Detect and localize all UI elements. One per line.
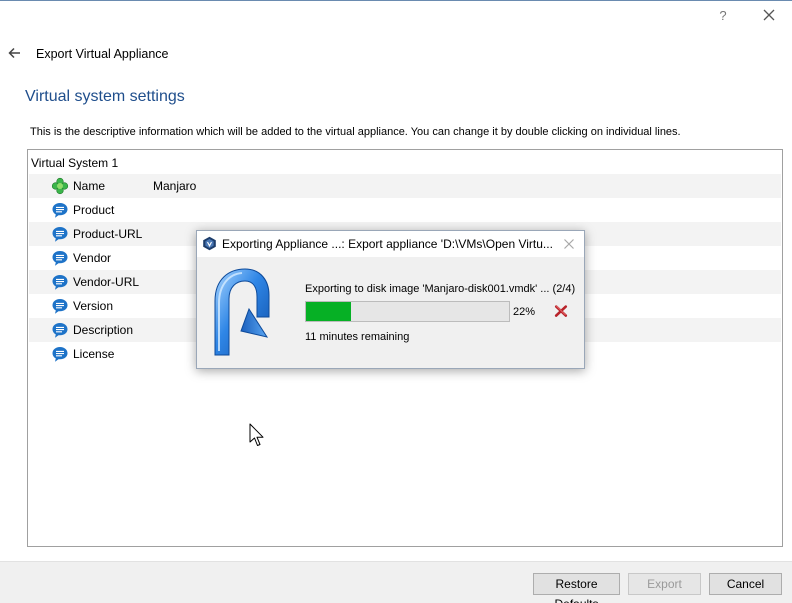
export-arrow-icon xyxy=(214,268,270,356)
tree-row-product[interactable]: Product xyxy=(29,198,781,222)
tree-row-label: Vendor xyxy=(73,251,112,265)
text-bubble-icon xyxy=(52,203,68,218)
restore-defaults-button[interactable]: Restore Defaults xyxy=(533,573,620,603)
vm-name-icon xyxy=(51,177,69,195)
text-bubble-icon xyxy=(52,347,68,362)
tree-row-label: Vendor-URL xyxy=(73,275,140,289)
export-button[interactable]: Export xyxy=(628,573,701,595)
tree-row-label: Product-URL xyxy=(73,227,143,241)
description-text: This is the descriptive information whic… xyxy=(30,126,681,138)
text-bubble-icon xyxy=(52,299,68,314)
tree-row-label: License xyxy=(73,347,115,361)
section-title: Virtual system settings xyxy=(25,88,185,105)
progress-operation-text: Exporting to disk image 'Manjaro-disk001… xyxy=(305,283,576,295)
tree-row-label: Product xyxy=(73,203,115,217)
window-top-edge xyxy=(0,0,792,1)
arrow-left-icon xyxy=(8,47,20,59)
text-bubble-icon xyxy=(52,227,68,242)
wizard-title: Export Virtual Appliance xyxy=(36,47,169,61)
wizard-footer: Restore Defaults Export Cancel xyxy=(0,561,792,603)
virtualbox-logo-icon xyxy=(203,236,216,251)
tree-row-label: Version xyxy=(73,299,114,313)
text-bubble-icon xyxy=(52,275,68,290)
export-progress-dialog: Exporting Appliance ...: Export applianc… xyxy=(196,230,585,369)
dialog-title: Exporting Appliance ...: Export applianc… xyxy=(222,237,553,251)
dialog-close-icon[interactable] xyxy=(561,236,577,252)
tree-row-label: Name xyxy=(73,179,106,193)
window-close-button[interactable] xyxy=(756,4,782,26)
time-remaining-text: 11 minutes remaining xyxy=(305,331,410,343)
tree-root-virtual-system[interactable]: Virtual System 1 xyxy=(31,156,118,170)
cancel-button[interactable]: Cancel xyxy=(709,573,782,595)
help-button[interactable]: ? xyxy=(712,6,734,26)
export-progress-bar xyxy=(305,301,510,322)
progress-bar-fill xyxy=(306,302,351,321)
cancel-export-icon[interactable] xyxy=(553,303,569,319)
tree-row-label: Description xyxy=(73,323,134,337)
dialog-titlebar: Exporting Appliance ...: Export applianc… xyxy=(197,231,584,257)
progress-percent: 22% xyxy=(513,306,536,318)
mouse-pointer-icon xyxy=(249,423,264,446)
tree-row-name[interactable]: Name Manjaro xyxy=(29,174,781,198)
close-icon xyxy=(763,9,775,21)
text-bubble-icon xyxy=(52,251,68,266)
text-bubble-icon xyxy=(52,323,68,338)
back-button[interactable] xyxy=(6,44,24,62)
tree-row-value[interactable]: Manjaro xyxy=(153,179,196,193)
